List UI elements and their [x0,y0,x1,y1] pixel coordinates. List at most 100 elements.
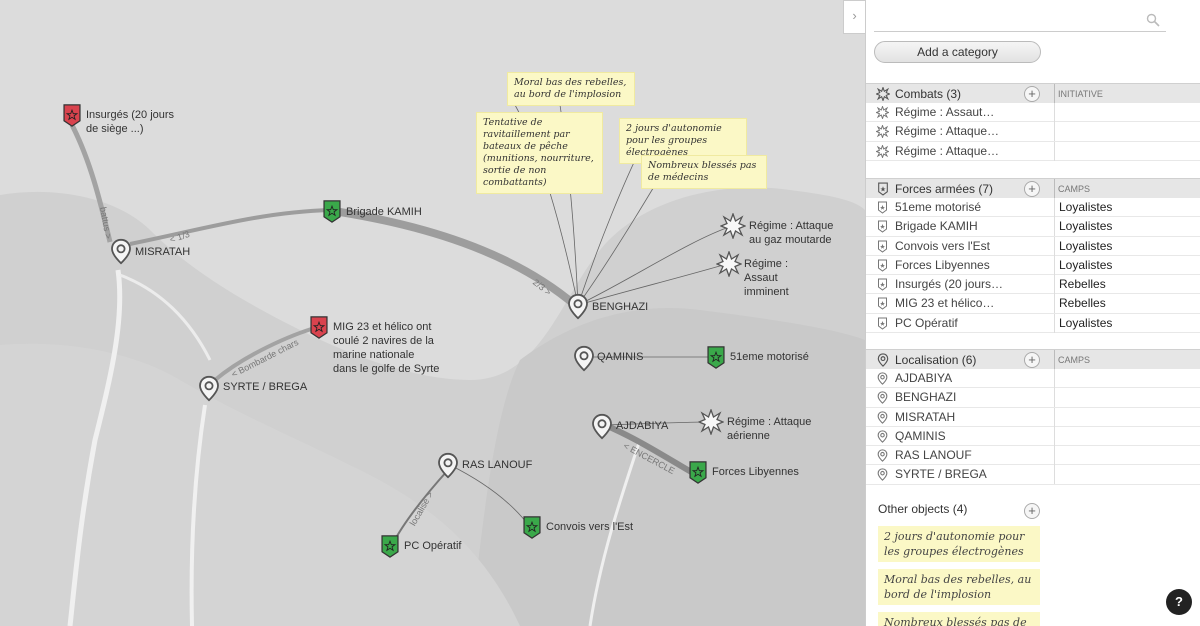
list-item-value[interactable] [1054,388,1059,408]
section-title: Forces armées (7) [895,182,994,196]
pin-icon [877,353,889,367]
search-input[interactable] [874,10,1144,30]
list-item[interactable]: BENGHAZI [866,388,1200,408]
force-label-motorise[interactable]: 51eme motorisé [730,350,809,364]
force-label-pcop[interactable]: PC Opératif [404,539,461,553]
other-note[interactable]: 2 jours d'autonomie pour les groupes éle… [878,526,1040,562]
list-item-name: Régime : Attaque… [895,124,1000,139]
column-header[interactable]: CAMPS [1054,179,1090,199]
chevron-right-icon: › [852,8,857,23]
list-item-name: Régime : Assaut… [895,105,995,119]
list-item[interactable]: Régime : Assaut… [866,103,1200,123]
list-item-value[interactable] [1054,446,1059,466]
list-item[interactable]: AJDABIYA [866,369,1200,389]
pin-icon [877,468,888,482]
add-category-button[interactable]: Add a category [874,41,1041,63]
list-item-name: Régime : Attaque… [895,143,1000,158]
list-item-name: BENGHAZI [895,390,957,405]
list-item-value[interactable] [1054,465,1059,485]
force-label-insurges[interactable]: Insurgés (20 jours de siège ...) [86,108,186,136]
place-label-raslanouf[interactable]: RAS LANOUF [462,458,532,472]
list-item[interactable]: Brigade KAMIH Loyalistes [866,217,1200,237]
list-item-value[interactable] [1054,141,1059,161]
shield-icon [878,220,887,233]
map-background [0,104,865,626]
list-item[interactable]: 51eme motorisé Loyalistes [866,198,1200,218]
list-item-value[interactable] [1054,426,1059,446]
list-item-value[interactable]: Loyalistes [1054,313,1112,333]
pin-icon [877,449,888,463]
section-localisation: Localisation (6) + CAMPS AJDABIYA BENGHAZ… [866,349,1200,485]
list-item[interactable]: Régime : Attaque… [866,122,1200,142]
add-other-button[interactable]: + [1024,503,1040,519]
collapse-sidebar-button[interactable]: › [843,0,865,34]
list-item[interactable]: Régime : Attaque… [866,141,1200,161]
list-item[interactable]: RAS LANOUF [866,446,1200,466]
list-item-value[interactable]: Rebelles [1054,294,1106,314]
pin-icon [877,410,888,424]
add-item-button[interactable]: + [1024,181,1040,197]
list-item-name: 51eme motorisé [895,200,982,214]
place-label-misratah[interactable]: MISRATAH [135,245,190,259]
list-item[interactable]: MISRATAH [866,407,1200,427]
section-combats: Combats (3) + INITIATIVE Régime : Assaut… [866,83,1200,161]
force-label-libyennes[interactable]: Forces Libyennes [712,465,799,479]
list-item-value[interactable] [1054,103,1059,122]
list-item-value[interactable] [1054,122,1059,142]
force-label-kamih[interactable]: Brigade KAMIH [346,205,422,219]
list-item-value[interactable] [1054,407,1059,427]
note-tentative[interactable]: Tentative de ravitaillement par bateaux … [476,112,603,194]
list-item-value[interactable]: Loyalistes [1054,236,1112,256]
combat-label-assaut[interactable]: Régime : Assaut imminent [744,257,824,299]
list-item-value[interactable] [1054,369,1059,388]
shield-icon [878,259,887,272]
list-item[interactable]: MIG 23 et hélico… Rebelles [866,294,1200,314]
list-item-name: SYRTE / BREGA [895,467,987,482]
other-objects-title: Other objects (4) [878,502,968,516]
list-item-name: MIG 23 et hélico… [895,296,995,311]
place-label-ajdabiya[interactable]: AJDABIYA [616,419,668,433]
section-header-combats[interactable]: Combats (3) + INITIATIVE [866,83,1200,104]
other-note[interactable]: Moral bas des rebelles, au bord de l'imp… [878,569,1040,605]
list-item-value[interactable]: Loyalistes [1054,198,1112,217]
search-bar[interactable] [874,10,1166,32]
list-item-value[interactable]: Rebelles [1054,275,1106,295]
list-item[interactable]: Convois vers l'Est Loyalistes [866,236,1200,256]
section-forces: Forces armées (7) + CAMPS 51eme motorisé… [866,178,1200,334]
section-header-forces[interactable]: Forces armées (7) + CAMPS [866,178,1200,199]
search-icon[interactable] [1146,13,1160,27]
map-canvas[interactable]: MISRATAH BENGHAZI QAMINIS SYRTE / BREGA … [0,0,865,626]
list-item[interactable]: QAMINIS [866,426,1200,447]
help-button[interactable]: ? [1166,589,1192,615]
list-item[interactable]: Forces Libyennes Loyalistes [866,255,1200,276]
add-item-button[interactable]: + [1024,352,1040,368]
place-label-syrte[interactable]: SYRTE / BREGA [223,380,307,394]
list-item-name: PC Opératif [895,315,958,330]
column-header[interactable]: CAMPS [1054,350,1090,370]
shield-icon [878,278,887,291]
list-item-value[interactable]: Loyalistes [1054,255,1112,275]
list-item-value[interactable]: Loyalistes [1054,217,1112,237]
burst-icon [876,87,890,101]
add-item-button[interactable]: + [1024,86,1040,102]
column-header[interactable]: INITIATIVE [1054,84,1103,104]
list-item-name: AJDABIYA [895,371,953,385]
list-item-name: RAS LANOUF [895,448,972,463]
shield-icon [878,240,887,253]
burst-icon [876,106,889,119]
combat-label-aerienne[interactable]: Régime : Attaque aérienne [727,415,813,443]
combat-label-gaz[interactable]: Régime : Attaque au gaz moutarde [749,219,845,247]
note-moral[interactable]: Moral bas des rebelles, au bord de l'imp… [507,72,635,106]
list-item[interactable]: Insurgés (20 jours… Rebelles [866,275,1200,295]
note-blesses[interactable]: Nombreux blessés pas de médecins [641,155,767,189]
section-header-localisation[interactable]: Localisation (6) + CAMPS [866,349,1200,370]
other-note[interactable]: Nombreux blessés pas de médecins [878,612,1040,626]
list-item[interactable]: PC Opératif Loyalistes [866,313,1200,334]
shield-icon [878,182,888,196]
burst-icon [876,144,889,158]
force-label-convois[interactable]: Convois vers l'Est [546,520,633,534]
list-item[interactable]: SYRTE / BREGA [866,465,1200,485]
place-label-benghazi[interactable]: BENGHAZI [592,300,648,314]
force-label-mig[interactable]: MIG 23 et hélico ont coulé 2 navires de … [333,320,441,376]
place-label-qaminis[interactable]: QAMINIS [597,350,643,364]
